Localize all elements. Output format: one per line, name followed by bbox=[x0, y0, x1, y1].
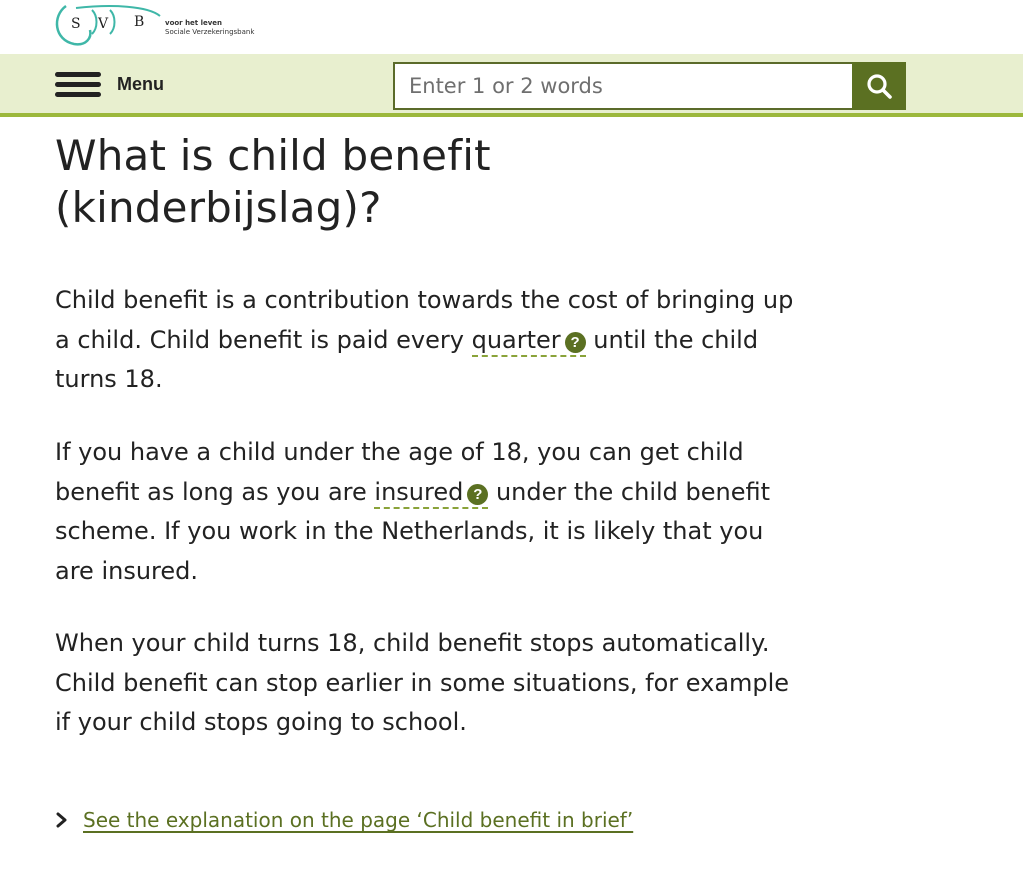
child-benefit-in-brief-link[interactable]: See the explanation on the page ‘Child b… bbox=[55, 808, 633, 832]
help-icon: ? bbox=[467, 483, 489, 505]
help-icon: ? bbox=[564, 331, 586, 353]
stop-paragraph: When your child turns 18, child benefit … bbox=[55, 629, 790, 736]
term-insured-label: insured bbox=[374, 477, 464, 506]
logo-letter-s: S bbox=[71, 16, 81, 32]
menu-button[interactable]: Menu bbox=[55, 68, 164, 100]
more-link-label: See the explanation on the page ‘Child b… bbox=[83, 808, 634, 832]
brand-tagline: voor het leven Sociale Verzekeringsbank bbox=[165, 19, 254, 37]
tagline-line2: Sociale Verzekeringsbank bbox=[165, 28, 255, 36]
tagline-line1: voor het leven bbox=[165, 19, 223, 27]
term-quarter-label: quarter bbox=[471, 325, 561, 354]
logo-letter-b: B bbox=[134, 14, 144, 30]
search-button[interactable] bbox=[852, 62, 906, 110]
eligibility-paragraph: If you have a child under the age of 18,… bbox=[55, 433, 795, 591]
search-input[interactable] bbox=[393, 62, 852, 110]
chevron-right-icon bbox=[56, 812, 67, 828]
term-insured[interactable]: insured? bbox=[374, 477, 489, 509]
svb-logo-mark: S V B bbox=[55, 4, 161, 46]
search-bar bbox=[393, 62, 906, 110]
nav-bar: Menu bbox=[0, 54, 1023, 117]
intro-paragraph: Child benefit is a contribution towards … bbox=[55, 281, 795, 400]
hamburger-icon bbox=[55, 70, 101, 98]
menu-label: Menu bbox=[117, 73, 164, 94]
page-title: What is child benefit (kinderbijslag)? bbox=[55, 131, 491, 232]
logo-letter-v: V bbox=[97, 16, 109, 32]
main-content: What is child benefit (kinderbijslag)? C… bbox=[55, 130, 795, 736]
search-icon bbox=[867, 74, 892, 99]
term-quarter[interactable]: quarter? bbox=[471, 325, 586, 357]
logo-bar: S V B voor het leven Sociale Verzekering… bbox=[0, 0, 1023, 54]
